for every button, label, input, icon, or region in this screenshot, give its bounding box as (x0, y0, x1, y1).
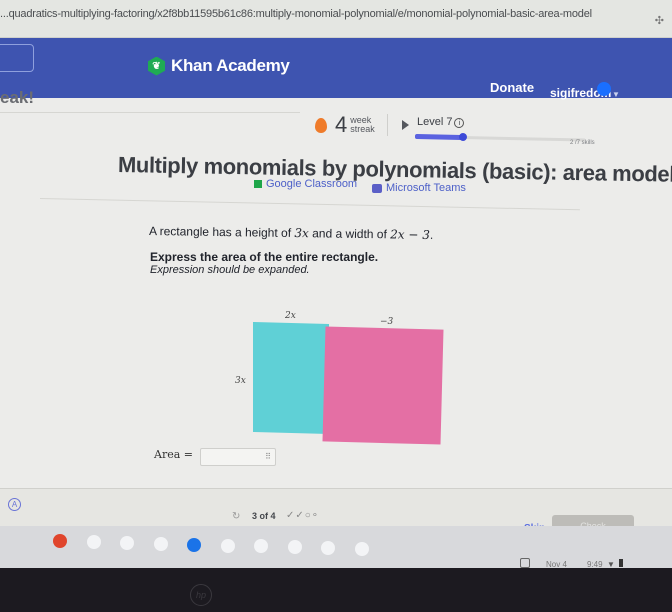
question-text: A rectangle has a height of 3x and a wid… (148, 224, 434, 242)
gmail-app-icon[interactable] (120, 535, 134, 550)
date[interactable]: Nov 4 (546, 560, 567, 568)
question-progress: 3 of 4 (252, 511, 276, 521)
hp-logo: hp (190, 584, 212, 606)
wifi-icon[interactable]: ▼ (607, 560, 615, 568)
area-model-left-rect (253, 322, 329, 434)
streak-widget[interactable]: 4 week streak (315, 112, 423, 138)
avatar[interactable] (597, 82, 611, 96)
chromeos-shelf: Nov 4 9:49 ▼ (0, 526, 672, 568)
address-bar[interactable]: ...quadratics-multiplying-factoring/x2f8… (0, 0, 672, 38)
slides-app-icon[interactable] (153, 536, 168, 551)
brand-name: Khan Academy (171, 56, 290, 75)
area-answer-input[interactable]: ⠿ (200, 448, 276, 466)
flame-icon (315, 117, 327, 133)
note-text: Expression should be expanded. (150, 264, 310, 276)
level-progress-bar (414, 132, 585, 142)
microsoft-teams-share[interactable]: Microsoft Teams (372, 182, 466, 194)
width-label-neg3: −3 (380, 317, 394, 327)
files-app-icon[interactable] (187, 537, 201, 552)
divider (39, 198, 580, 211)
level-label[interactable]: Level 7i (417, 116, 465, 128)
accessibility-icon[interactable]: A (8, 498, 21, 511)
puzzle-icon[interactable]: ✣ (655, 14, 664, 27)
area-label: Area = (154, 448, 193, 461)
divider (0, 112, 300, 113)
skills-count: 2 /7 skills (570, 140, 595, 146)
battery-icon[interactable] (619, 559, 623, 567)
site-header: ❦ Khan Academy Donate sigifredom ▼ (0, 38, 672, 100)
assistant-app-icon[interactable] (86, 534, 101, 549)
donate-link[interactable]: Donate (490, 80, 534, 95)
khan-leaf-icon: ❦ (148, 56, 165, 76)
play-store-app-icon[interactable] (287, 540, 302, 555)
info-icon[interactable]: i (454, 118, 465, 128)
google-classroom-share[interactable]: Google Classroom (254, 178, 357, 190)
photos-app-icon[interactable] (354, 542, 369, 557)
width-label-2x: 2x (285, 311, 296, 321)
area-model-right-rect (322, 326, 444, 445)
height-label-3x: 3x (235, 376, 246, 386)
url-text[interactable]: ...quadratics-multiplying-factoring/x2f8… (0, 8, 592, 20)
google-classroom-icon (254, 180, 262, 188)
streak-label: week streak (350, 115, 375, 134)
search-box[interactable] (0, 44, 34, 72)
keypad-icon[interactable]: ⠿ (265, 452, 271, 461)
streak-count: 4 (335, 112, 348, 137)
progress-marks: ✓✓○∘ (286, 510, 320, 521)
separator (386, 114, 388, 136)
level-progress-knob (458, 132, 467, 142)
chrome-app-icon[interactable] (53, 534, 67, 548)
streak-banner-fragment: eak! (0, 88, 35, 107)
level-progress-fill (414, 134, 463, 140)
khan-academy-logo[interactable]: ❦ Khan Academy (148, 56, 290, 76)
instruction-text: Express the area of the entire rectangle… (150, 250, 379, 264)
meet-app-icon[interactable] (254, 539, 268, 554)
chevron-down-icon[interactable]: ▼ (612, 90, 620, 99)
youtube-app-icon[interactable] (321, 541, 335, 556)
refresh-icon: ↻ (232, 511, 241, 522)
messages-app-icon[interactable] (220, 538, 235, 553)
play-icon[interactable] (401, 120, 409, 130)
microsoft-teams-icon (372, 183, 382, 193)
screenshot-tray-icon[interactable] (520, 558, 530, 568)
screen: ...quadratics-multiplying-factoring/x2f8… (0, 0, 672, 568)
clock[interactable]: 9:49 (587, 560, 603, 568)
